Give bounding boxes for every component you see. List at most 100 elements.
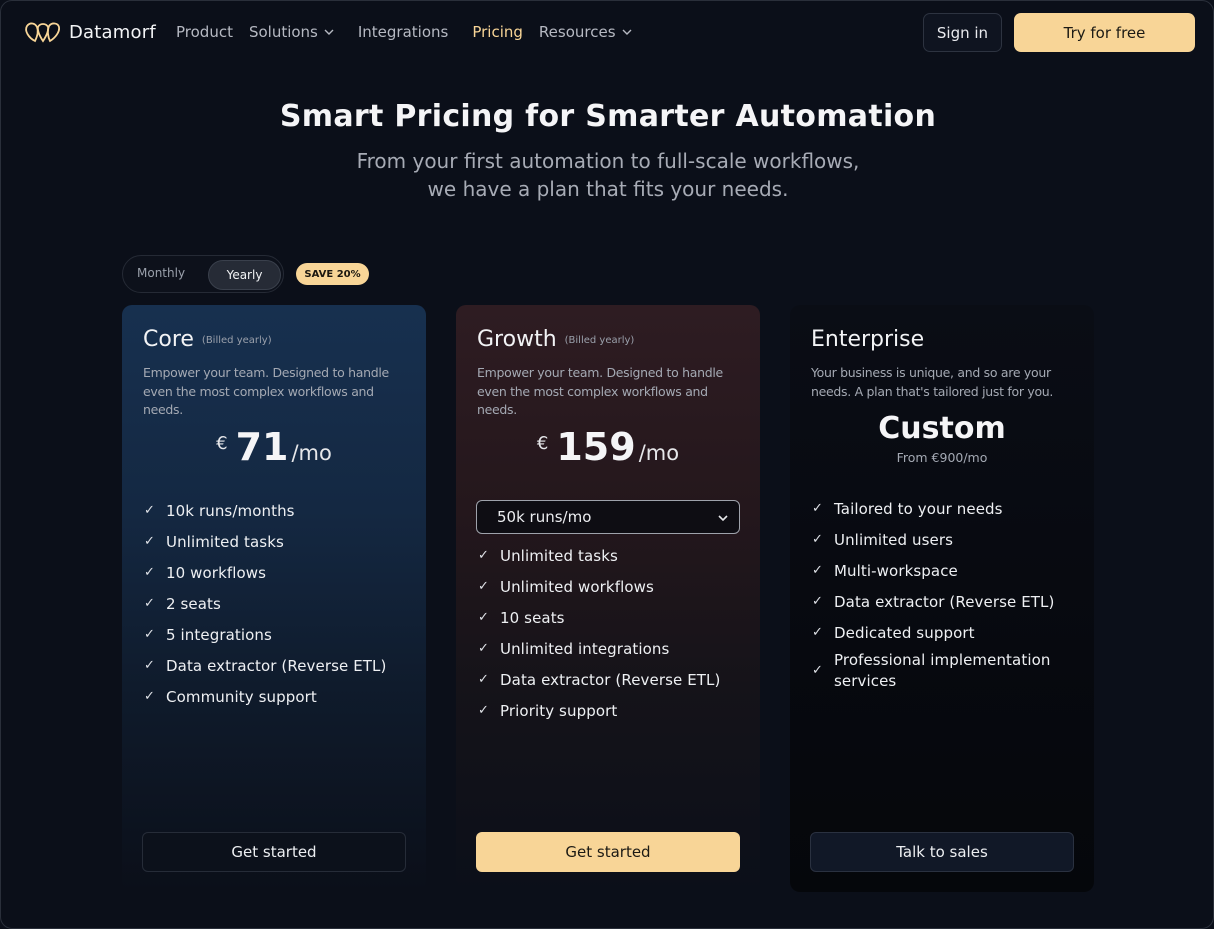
feature-text: Unlimited users — [834, 530, 954, 549]
talk-to-sales-button[interactable]: Talk to sales — [810, 832, 1074, 872]
feature-item: ✓ 5 integrations — [144, 619, 386, 650]
feature-item: ✓ Dedicated support — [812, 617, 1064, 648]
feature-text: Unlimited tasks — [500, 546, 618, 565]
feature-text: Multi-workspace — [834, 561, 958, 580]
feature-item: ✓ 10 workflows — [144, 557, 386, 588]
billed-note: (Billed yearly) — [564, 335, 635, 346]
feature-item: ✓ Tailored to your needs — [812, 493, 1064, 524]
datamorf-logo-icon — [25, 22, 61, 43]
feature-item: ✓ Unlimited integrations — [478, 633, 720, 664]
nav-resources-label: Resources — [538, 23, 616, 41]
check-icon: ✓ — [812, 532, 823, 547]
plan-title: Core (Billed yearly) — [143, 327, 272, 352]
billing-toggle: Monthly Yearly — [122, 255, 284, 293]
price-amount: 159 — [556, 425, 636, 469]
price-period: /mo — [291, 441, 332, 465]
feature-text: 10k runs/months — [166, 501, 295, 520]
feature-list: ✓ Tailored to your needs ✓ Unlimited users… — [812, 493, 1064, 693]
price-amount: 71 — [235, 425, 289, 469]
check-icon: ✓ — [478, 703, 489, 718]
plan-price: € 159 /mo — [456, 423, 760, 471]
feature-item: ✓ 10 seats — [478, 602, 720, 633]
check-icon: ✓ — [144, 627, 155, 642]
feature-text: 10 workflows — [166, 563, 267, 582]
feature-text: Dedicated support — [834, 623, 975, 642]
feature-text: 2 seats — [166, 594, 221, 613]
nav-resources[interactable]: Resources — [539, 23, 632, 41]
check-icon: ✓ — [144, 689, 155, 704]
check-icon: ✓ — [478, 579, 489, 594]
check-icon: ✓ — [144, 565, 155, 580]
plan-description: Your business is unique, and so are your… — [811, 365, 1054, 399]
nav-solutions-label: Solutions — [248, 23, 318, 41]
feature-item: ✓ Unlimited tasks — [144, 526, 386, 557]
brand-name: Datamorf — [69, 21, 156, 43]
plan-name: Growth — [477, 327, 557, 352]
check-icon: ✓ — [144, 534, 155, 549]
price-period: /mo — [638, 441, 680, 465]
plan-price: € 71 /mo — [122, 423, 426, 471]
subtitle-line-2: we have a plan that fits your needs. — [427, 177, 789, 201]
check-icon: ✓ — [812, 594, 823, 609]
nav-pricing[interactable]: Pricing — [472, 23, 523, 41]
top-nav: Datamorf Product Solutions Integrations … — [1, 1, 1213, 65]
plan-name: Enterprise — [811, 327, 925, 352]
check-icon: ✓ — [478, 548, 489, 563]
toggle-yearly[interactable]: Yearly — [208, 260, 281, 290]
page-title: Smart Pricing for Smarter Automation — [279, 99, 937, 134]
subtitle-line-1: From your first automation to full-scale… — [356, 149, 860, 173]
growth-get-started-button[interactable]: Get started — [476, 832, 740, 872]
check-icon: ✓ — [812, 563, 823, 578]
feature-text: Professional implementation services — [834, 650, 1051, 690]
check-icon: ✓ — [478, 641, 489, 656]
feature-text: Community support — [166, 687, 317, 706]
feature-item: ✓ Data extractor (Reverse ETL) — [144, 650, 386, 681]
nav-pricing-label: Pricing — [472, 23, 523, 41]
check-icon: ✓ — [812, 663, 823, 678]
sign-in-button[interactable]: Sign in — [923, 13, 1002, 52]
nav-product[interactable]: Product — [176, 23, 233, 41]
feature-item: ✓ Data extractor (Reverse ETL) — [812, 586, 1064, 617]
runs-select[interactable]: 50k runs/mo — [476, 500, 740, 534]
feature-item: ✓ Community support — [144, 681, 386, 712]
feature-text: Data extractor (Reverse ETL) — [500, 670, 721, 689]
feature-item: ✓ Priority support — [478, 695, 720, 726]
plan-description: Empower your team. Designed to handle ev… — [477, 365, 723, 417]
price-currency: € — [536, 433, 549, 454]
feature-list: ✓ Unlimited tasks ✓ Unlimited workflows ✓ 1… — [478, 540, 720, 726]
plan-title: Growth (Billed yearly) — [477, 327, 634, 352]
check-icon: ✓ — [812, 625, 823, 640]
core-get-started-button[interactable]: Get started — [142, 832, 406, 872]
save-badge: SAVE 20% — [296, 263, 369, 285]
nav-links: Product Solutions Integrations Pricing R… — [176, 23, 648, 41]
feature-item: ✓ 2 seats — [144, 588, 386, 619]
chevron-down-icon — [622, 29, 632, 35]
plan-card-enterprise: Enterprise Your business is unique, and … — [790, 305, 1094, 892]
feature-item: ✓ Data extractor (Reverse ETL) — [478, 664, 720, 695]
plan-card-core: Core (Billed yearly) Empower your team. D… — [122, 305, 426, 891]
feature-text: Priority support — [500, 701, 618, 720]
plan-description: Empower your team. Designed to handle ev… — [143, 365, 389, 417]
feature-list: ✓ 10k runs/months ✓ Unlimited tasks ✓ 10 wo… — [144, 495, 386, 712]
page-frame: Datamorf Product Solutions Integrations … — [0, 0, 1214, 929]
feature-item: ✓ Multi-workspace — [812, 555, 1064, 586]
feature-item: ✓ Professional implementation services — [812, 648, 1064, 693]
chevron-down-icon — [718, 515, 728, 522]
try-for-free-button[interactable]: Try for free — [1014, 13, 1195, 52]
brand-logo[interactable]: Datamorf — [23, 20, 156, 44]
check-icon: ✓ — [144, 503, 155, 518]
feature-item: ✓ Unlimited tasks — [478, 540, 720, 571]
plan-card-growth: Growth (Billed yearly) Empower your team.… — [456, 305, 760, 891]
feature-text: Unlimited tasks — [166, 532, 284, 551]
feature-text: Unlimited integrations — [500, 639, 670, 658]
runs-select-value: 50k runs/mo — [497, 508, 592, 526]
nav-solutions[interactable]: Solutions — [249, 23, 334, 41]
nav-product-label: Product — [176, 23, 233, 41]
toggle-monthly[interactable]: Monthly — [137, 266, 185, 280]
price-from: From €900/mo — [896, 450, 988, 465]
feature-item: ✓ 10k runs/months — [144, 495, 386, 526]
nav-integrations[interactable]: Integrations — [358, 23, 448, 41]
plan-title: Enterprise — [811, 327, 924, 352]
check-icon: ✓ — [144, 658, 155, 673]
feature-text: Tailored to your needs — [834, 499, 1003, 518]
